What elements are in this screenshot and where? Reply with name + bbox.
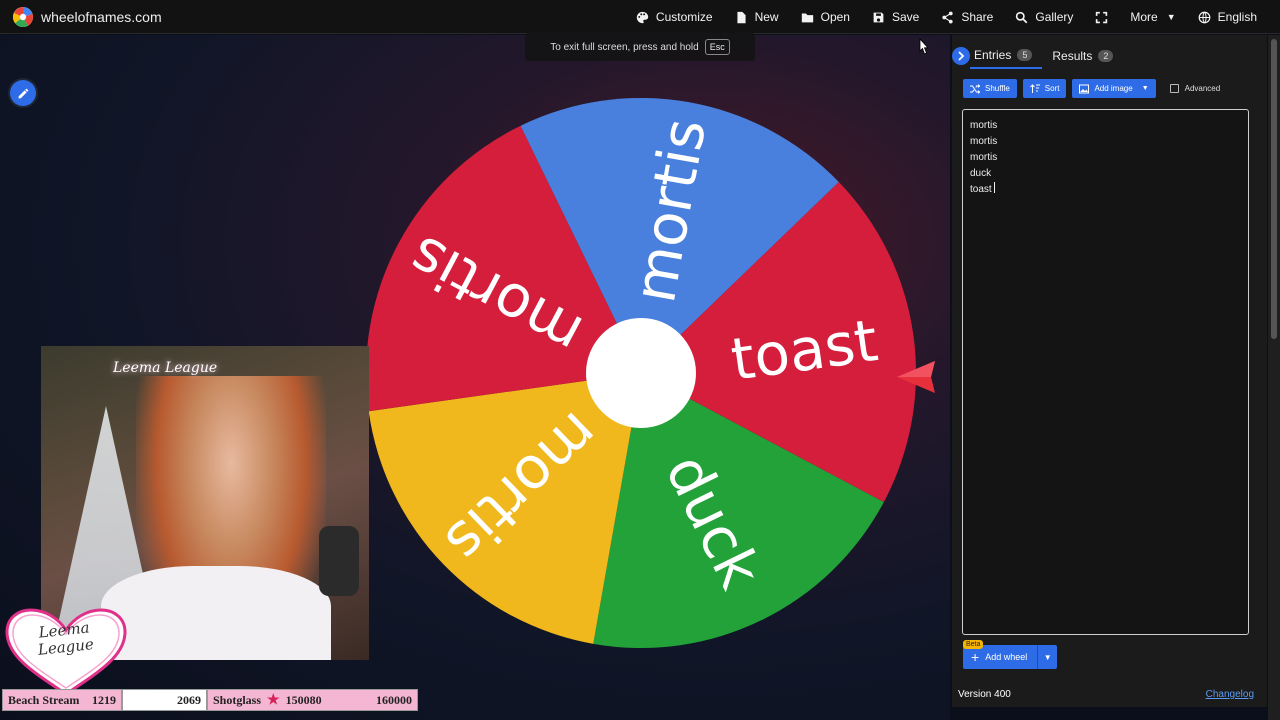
stream-stats-bar: Beach Stream 1219 2069 Shotglass ★ 15008… (2, 689, 418, 711)
star-icon: ★ (267, 692, 280, 708)
edit-button[interactable] (10, 80, 36, 106)
fullscreen-button[interactable] (1084, 0, 1119, 34)
entry-line: mortis (970, 120, 998, 131)
customize-label: Customize (655, 10, 713, 24)
chevron-down-icon: ▼ (1141, 85, 1149, 92)
beach-stream-total: 2069 (122, 689, 207, 711)
share-icon (942, 11, 953, 23)
sort-label: Sort (1044, 84, 1060, 93)
brand[interactable]: wheelofnames.com (12, 6, 162, 28)
wheel-logo-icon (13, 7, 33, 28)
open-button[interactable]: Open (790, 0, 861, 34)
entries-textarea[interactable]: mortis mortis mortis duck toast (962, 109, 1249, 635)
more-menu-button[interactable]: More ▼ (1119, 0, 1186, 34)
entry-line: mortis (970, 152, 998, 163)
entries-toolbar: Shuffle Sort Add image ▼ Advanced (963, 79, 1220, 98)
sidebar-tabs: Entries 5 Results 2 (952, 43, 1123, 69)
entries-count-badge: 5 (1017, 49, 1033, 61)
entry-line: mortis (970, 136, 998, 147)
gallery-label: Gallery (1035, 10, 1074, 24)
shuffle-icon (970, 83, 980, 94)
new-label: New (754, 10, 779, 24)
esc-key-hint: Esc (704, 39, 730, 55)
tab-results[interactable]: Results 2 (1042, 43, 1123, 69)
collapse-sidebar-button[interactable] (952, 47, 970, 65)
advanced-toggle[interactable]: Advanced (1169, 84, 1221, 93)
fullscreen-toast: To exit full screen, press and hold Esc (525, 33, 755, 61)
chevron-right-icon (958, 51, 965, 61)
language-label: English (1217, 10, 1257, 24)
top-nav: Customize New Open Save Share Gallery Mo… (625, 0, 1268, 34)
sidebar-footer: Version 400 Changelog (958, 689, 1254, 700)
version-text: Version 400 (958, 689, 1011, 700)
file-icon (737, 11, 746, 23)
neon-sign: Leema League (113, 360, 218, 376)
sort-button[interactable]: Sort (1022, 79, 1067, 98)
tab-results-label: Results (1052, 49, 1093, 63)
spinning-wheel[interactable]: mortistoastduckmortismortis (358, 90, 924, 656)
results-count-badge: 2 (1098, 50, 1114, 62)
tab-entries-label: Entries (974, 48, 1012, 62)
gallery-button[interactable]: Gallery (1004, 0, 1084, 34)
streamer-dress (101, 566, 331, 660)
shotglass-value: 150080 (285, 692, 322, 707)
tab-entries[interactable]: Entries 5 (970, 43, 1043, 69)
wheel-pointer-icon (897, 361, 935, 393)
wheel-center-hub[interactable] (586, 318, 696, 428)
globe-icon (1198, 11, 1211, 23)
beach-stream-value: 1219 (92, 692, 116, 707)
add-image-label: Add image (1094, 84, 1133, 93)
advanced-checkbox[interactable] (1169, 84, 1179, 93)
more-label: More (1130, 10, 1158, 24)
advanced-label: Advanced (1184, 84, 1221, 93)
entry-line: toast (970, 182, 1241, 198)
customize-button[interactable]: Customize (625, 0, 724, 34)
shotglass-goal: 160000 (376, 692, 412, 707)
scrollbar-thumb[interactable] (1271, 39, 1277, 339)
site-name: wheelofnames.com (41, 9, 162, 25)
top-bar: wheelofnames.com Customize New Open Save… (0, 0, 1280, 34)
folder-icon (801, 12, 813, 22)
share-label: Share (961, 10, 994, 24)
add-wheel-dropdown[interactable]: ▼ (1037, 645, 1058, 669)
chevron-down-icon: ▼ (1166, 12, 1176, 22)
pencil-icon (18, 88, 28, 98)
save-label: Save (891, 10, 920, 24)
share-button[interactable]: Share (930, 0, 1004, 34)
save-icon (873, 12, 884, 22)
shotglass-label: Shotglass (213, 692, 262, 707)
chevron-down-icon: ▼ (1043, 652, 1052, 662)
beach-stream-stat: Beach Stream 1219 (2, 689, 122, 711)
fullscreen-message: To exit full screen, press and hold (550, 41, 699, 53)
language-button[interactable]: English (1187, 0, 1268, 34)
add-wheel-label: Add wheel (985, 652, 1028, 662)
save-button[interactable]: Save (861, 0, 930, 34)
beta-badge: Beta (963, 640, 984, 649)
sidebar-panel: Entries 5 Results 2 Shuffle Sort Add ima… (952, 35, 1267, 707)
add-image-button[interactable]: Add image ▼ (1072, 79, 1156, 98)
shuffle-label: Shuffle (985, 84, 1010, 93)
shuffle-button[interactable]: Shuffle (963, 79, 1017, 98)
beach-stream-label: Beach Stream (8, 692, 80, 707)
entry-line: duck (970, 168, 992, 179)
sort-icon (1029, 83, 1040, 93)
fullscreen-icon (1096, 11, 1108, 23)
page-scrollbar[interactable] (1268, 35, 1280, 720)
plus-icon: + (971, 649, 980, 665)
changelog-link[interactable]: Changelog (1206, 689, 1254, 700)
open-label: Open (820, 10, 850, 24)
search-icon (1016, 11, 1028, 23)
shotglass-stat: Shotglass ★ 150080 160000 (207, 689, 418, 711)
palette-icon (636, 11, 649, 23)
image-icon (1079, 84, 1090, 93)
microphone (319, 526, 359, 596)
beach-stream-total-value: 2069 (177, 692, 201, 707)
new-button[interactable]: New (724, 0, 790, 34)
mouse-cursor-icon (919, 38, 929, 55)
